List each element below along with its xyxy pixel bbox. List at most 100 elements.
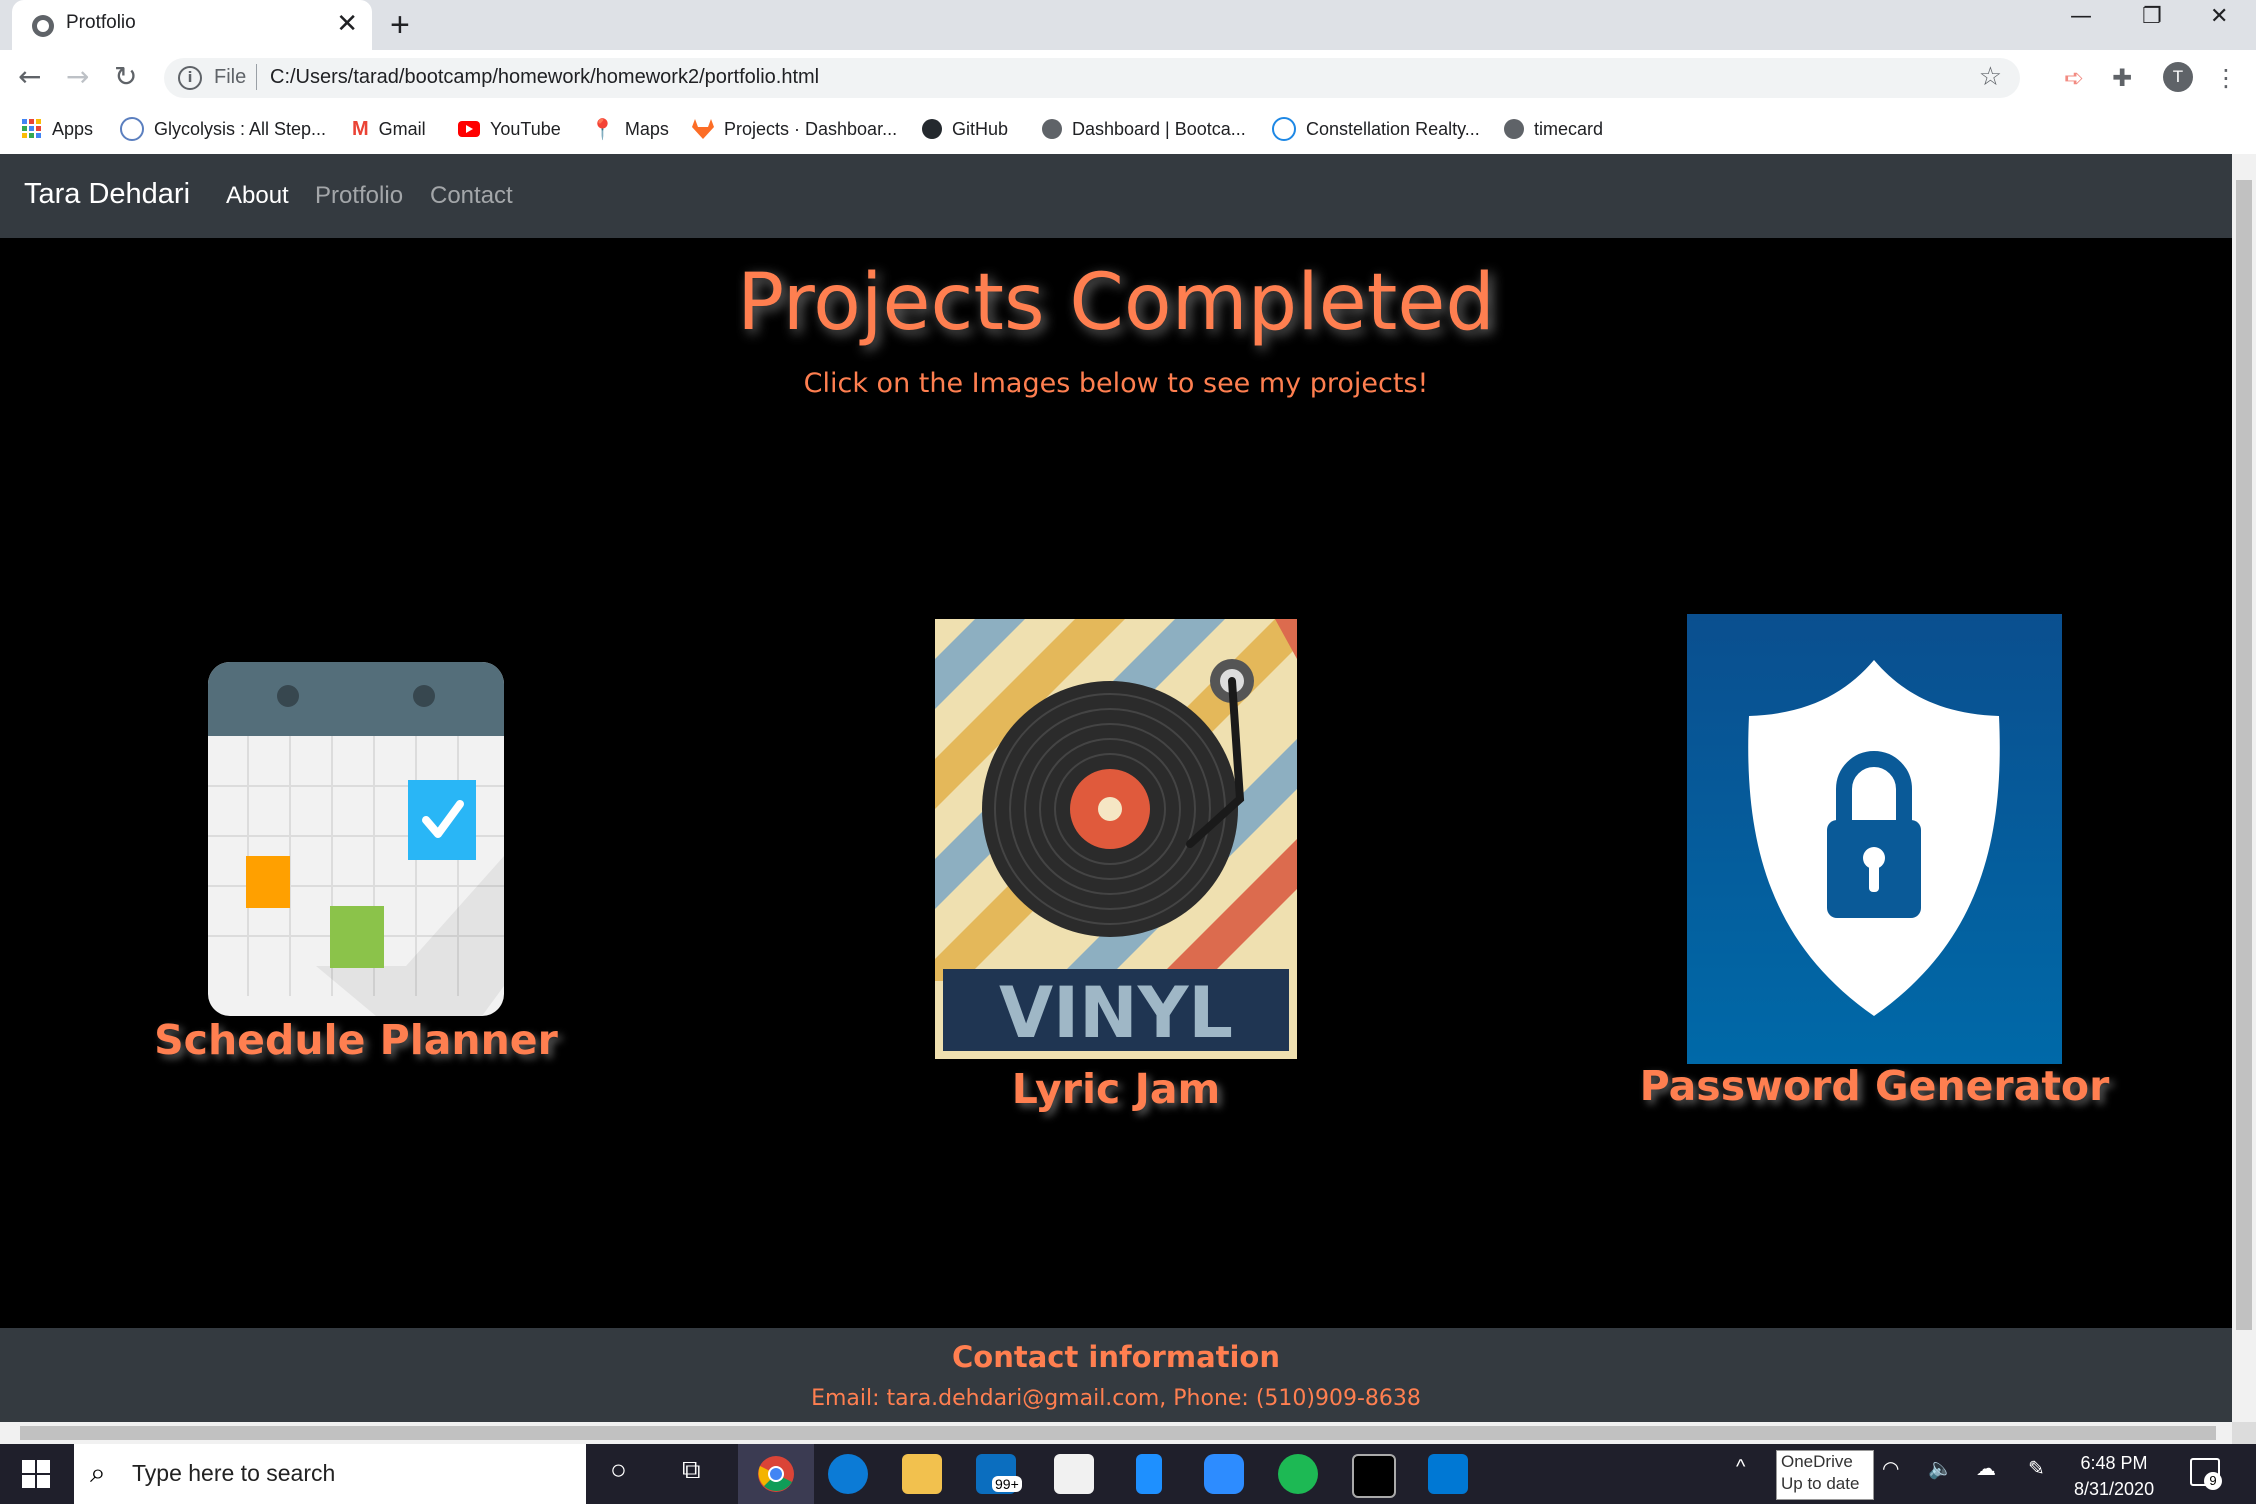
bookmark-apps[interactable]: Apps	[22, 116, 93, 142]
glycolysis-icon	[120, 117, 144, 141]
search-icon: ⌕	[90, 1456, 106, 1489]
cortana-circle-icon[interactable]: ○	[610, 1454, 627, 1486]
bookmark-youtube[interactable]: YouTube	[458, 116, 561, 142]
site-navbar: Tara Dehdari About Protfolio Contact	[0, 154, 2232, 238]
bookmark-timecard[interactable]: timecard	[1504, 116, 1603, 142]
footer-title: Contact information	[951, 1340, 1281, 1374]
edge-icon[interactable]	[828, 1454, 868, 1494]
bookmark-star-icon[interactable]: ☆	[1979, 62, 2002, 92]
bookmark-label: Gmail	[378, 118, 426, 139]
bookmark-dashboard[interactable]: Dashboard | Bootca...	[1042, 116, 1246, 142]
reload-icon[interactable]: ↻	[114, 60, 137, 93]
taskbar-search-box[interactable]: ⌕ Type here to search	[74, 1444, 586, 1504]
windows-taskbar: ⌕ Type here to search ○ ⧉ 99+ ^ OneDrive…	[0, 1444, 2256, 1504]
menu-kebab-icon[interactable]: ⋮	[2214, 64, 2238, 92]
new-tab-button[interactable]: +	[390, 6, 410, 45]
maps-pin-icon: 📍	[590, 118, 615, 141]
calendar-icon[interactable]	[206, 656, 506, 1016]
cast-extension-icon[interactable]: ➪	[2064, 64, 2084, 92]
extensions-puzzle-icon[interactable]: ✚	[2112, 64, 2132, 92]
wifi-icon[interactable]: ◠	[1882, 1456, 1899, 1481]
bookmark-glycolysis[interactable]: Glycolysis : All Step...	[120, 116, 326, 142]
browser-toolbar: ← → ↻ i File C:/Users/tarad/bootcamp/hom…	[0, 50, 2256, 104]
windows-start-icon[interactable]	[22, 1460, 50, 1488]
bookmark-gitlab[interactable]: Projects · Dashboar...	[692, 116, 897, 142]
terminal-icon[interactable]	[1352, 1454, 1396, 1498]
project-card-lyric-jam[interactable]: VINYL Lyric Jam	[935, 619, 1297, 1113]
nav-link-about[interactable]: About	[226, 182, 289, 210]
bookmark-label: Glycolysis : All Step...	[154, 118, 327, 139]
horizontal-scroll-thumb[interactable]	[20, 1426, 2216, 1440]
phone-icon[interactable]	[1136, 1454, 1162, 1494]
task-view-icon[interactable]: ⧉	[682, 1454, 701, 1486]
url-text[interactable]: C:/Users/tarad/bootcamp/homework/homewor…	[270, 66, 819, 89]
project-caption[interactable]: Schedule Planner	[56, 1016, 656, 1064]
close-window-icon[interactable]: ✕	[2210, 4, 2228, 29]
clock-time: 6:48 PM	[2080, 1453, 2148, 1473]
horizontal-scrollbar[interactable]	[0, 1422, 2232, 1444]
minimize-icon[interactable]: —	[2070, 4, 2092, 29]
project-card-password-generator[interactable]: Password Generator	[1640, 614, 2109, 1110]
onedrive-cloud-icon[interactable]: ☁	[1976, 1456, 1996, 1481]
site-footer: Contact information Email: tara.dehdari@…	[0, 1328, 2232, 1422]
project-caption[interactable]: Password Generator	[1537, 1062, 2212, 1110]
nav-link-portfolio[interactable]: Protfolio	[315, 182, 403, 210]
site-brand[interactable]: Tara Dehdari	[24, 178, 190, 211]
browser-tab[interactable]: Protfolio ✕	[12, 0, 372, 50]
page-viewport: Tara Dehdari About Protfolio Contact Pro…	[0, 154, 2232, 1422]
forward-arrow-icon[interactable]: →	[66, 60, 89, 93]
zoom-icon[interactable]	[1204, 1454, 1244, 1494]
profile-avatar[interactable]: T	[2163, 62, 2193, 92]
bookmark-label: Apps	[52, 118, 94, 139]
onedrive-line2: Up to date	[1781, 1474, 1860, 1493]
project-card-schedule-planner[interactable]: Schedule Planner	[154, 656, 558, 1064]
bookmark-label: timecard	[1534, 118, 1604, 139]
clock-date: 8/31/2020	[2074, 1479, 2155, 1499]
bookmark-label: Dashboard | Bootca...	[1072, 118, 1246, 139]
tray-chevron-up-icon[interactable]: ^	[1736, 1456, 1745, 1479]
shield-lock-icon[interactable]	[1687, 614, 2062, 1064]
constellation-icon	[1272, 117, 1296, 141]
restore-icon[interactable]: ❐	[2142, 4, 2162, 29]
bookmark-gmail[interactable]: M Gmail	[352, 116, 426, 142]
nav-link-contact[interactable]: Contact	[430, 182, 513, 210]
vertical-scroll-thumb[interactable]	[2236, 180, 2252, 1330]
vscode-icon[interactable]	[1428, 1454, 1468, 1494]
notification-center-icon[interactable]: 9	[2190, 1458, 2222, 1490]
taskbar-chrome[interactable]	[738, 1444, 814, 1504]
scrollbar-corner	[2232, 1422, 2256, 1444]
bookmark-github[interactable]: GitHub	[922, 116, 1008, 142]
taskbar-clock[interactable]: 6:48 PM 8/31/2020	[2074, 1450, 2154, 1502]
globe-icon	[32, 15, 54, 37]
spotify-icon[interactable]	[1278, 1454, 1318, 1494]
onedrive-tooltip: OneDrive Up to date	[1776, 1450, 1874, 1500]
github-icon	[922, 119, 942, 139]
info-icon[interactable]: i	[178, 66, 202, 90]
file-scheme-label: File	[214, 66, 247, 88]
address-divider	[256, 64, 257, 90]
bookmark-maps[interactable]: 📍 Maps	[590, 116, 669, 142]
mail-badge: 99+	[992, 1476, 1022, 1492]
onedrive-line1: OneDrive	[1781, 1452, 1853, 1471]
bookmarks-bar: Apps Glycolysis : All Step... M Gmail Yo…	[0, 104, 2256, 155]
pen-icon[interactable]: ✎	[2028, 1456, 2045, 1481]
close-tab-icon[interactable]: ✕	[336, 9, 358, 39]
project-caption[interactable]: Lyric Jam	[785, 1065, 1447, 1113]
notification-count: 9	[2204, 1472, 2222, 1490]
file-explorer-icon[interactable]	[902, 1454, 942, 1494]
bookmark-label: GitHub	[952, 118, 1009, 139]
volume-icon[interactable]: 🔈	[1928, 1456, 1953, 1481]
gmail-icon: M	[352, 117, 369, 140]
mail-icon[interactable]: 99+	[976, 1454, 1022, 1494]
address-bar[interactable]: i File C:/Users/tarad/bootcamp/homework/…	[164, 58, 2020, 98]
bookmark-label: Projects · Dashboar...	[724, 118, 898, 139]
bookmark-constellation[interactable]: Constellation Realty...	[1272, 116, 1480, 142]
bookmark-label: YouTube	[490, 118, 561, 139]
back-arrow-icon[interactable]: ←	[18, 60, 41, 93]
vinyl-record-icon[interactable]: VINYL	[935, 619, 1297, 1059]
page-heading: Projects Completed	[737, 258, 1495, 348]
globe-icon	[1042, 119, 1062, 139]
store-icon[interactable]	[1054, 1454, 1094, 1494]
apps-grid-icon	[22, 119, 41, 138]
vertical-scrollbar[interactable]	[2232, 154, 2256, 1422]
